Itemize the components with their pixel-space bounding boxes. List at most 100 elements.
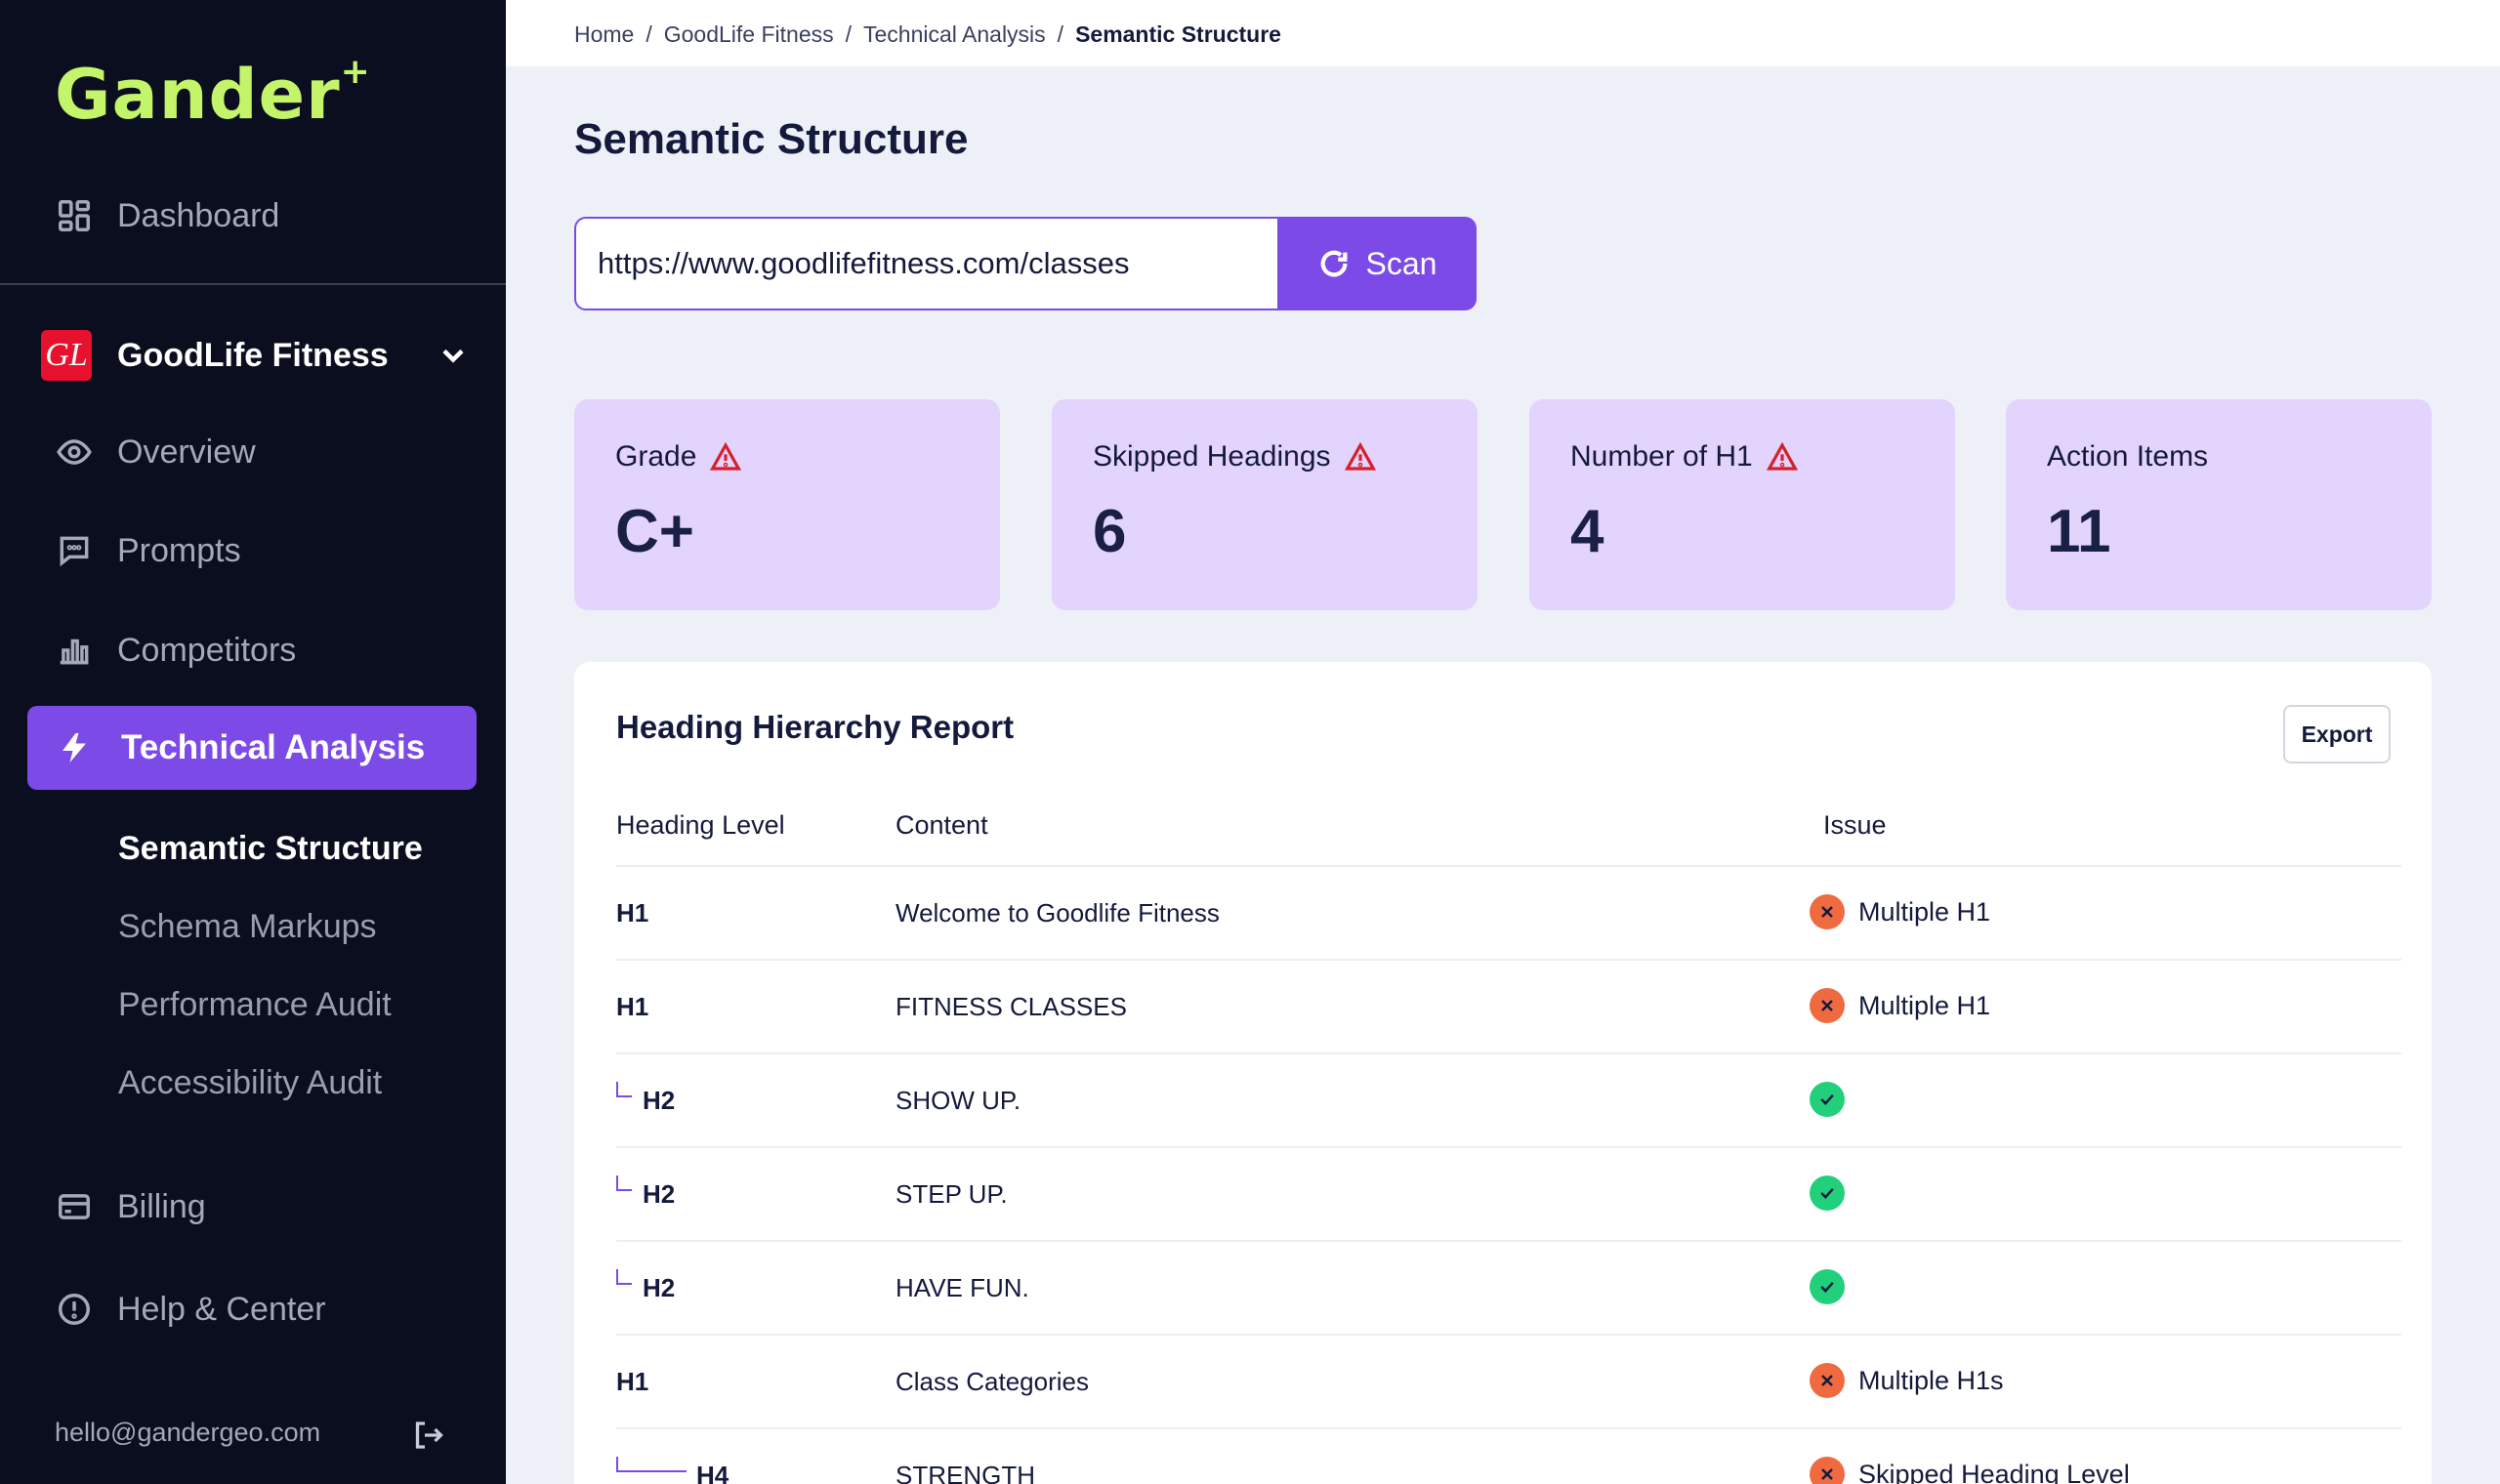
url-input-wrapper — [574, 217, 1281, 310]
eye-icon — [55, 433, 94, 472]
check-icon — [1810, 1269, 1845, 1304]
breadcrumb-current: Semantic Structure — [1075, 21, 1281, 47]
sidebar-item-competitors[interactable]: Competitors — [55, 621, 296, 680]
issue-status — [1810, 1082, 1858, 1117]
breadcrumb-separator: / — [646, 21, 652, 47]
sidebar-item-technical-analysis[interactable]: Technical Analysis — [27, 706, 477, 790]
breadcrumb-separator: / — [845, 21, 853, 47]
top-bar: Home / GoodLife Fitness / Technical Anal… — [506, 0, 2500, 66]
issue-label: Multiple H1 — [1858, 896, 1991, 927]
error-icon — [1810, 988, 1845, 1023]
scan-button[interactable]: Scan — [1277, 217, 1477, 310]
skipped-headings-card: Skipped Headings 6 — [1052, 399, 1478, 610]
warning-icon — [1766, 441, 1798, 471]
issue-status: Multiple H1 — [1810, 894, 1990, 929]
card-title: Grade — [615, 440, 697, 473]
heading-content: STEP UP. — [896, 1179, 1008, 1209]
table-row[interactable]: H2 HAVE FUN. — [616, 1240, 2401, 1334]
sidebar-item-label: Overview — [117, 433, 256, 471]
subnav-accessibility-audit[interactable]: Accessibility Audit — [118, 1064, 382, 1102]
heading-content: SHOW UP. — [896, 1086, 1021, 1115]
hierarchy-connector — [616, 1269, 632, 1285]
lightning-icon — [62, 733, 86, 763]
sidebar-item-label: Technical Analysis — [121, 728, 426, 766]
heading-level: H2 — [643, 1179, 676, 1209]
heading-level: H2 — [643, 1086, 676, 1115]
issue-status — [1810, 1175, 1858, 1211]
breadcrumb-home[interactable]: Home — [574, 21, 634, 48]
report-title: Heading Hierarchy Report — [616, 709, 1015, 745]
column-header-content: Content — [896, 810, 988, 840]
sidebar-item-billing[interactable]: Billing — [55, 1177, 206, 1236]
card-title: Skipped Headings — [1093, 440, 1331, 473]
url-input[interactable] — [598, 246, 1262, 281]
breadcrumb: Home / GoodLife Fitness / Technical Anal… — [574, 21, 1281, 48]
scan-button-label: Scan — [1365, 245, 1438, 281]
issue-status — [1810, 1269, 1858, 1304]
logo[interactable]: Gander+ — [55, 52, 371, 135]
org-logo: GL — [41, 330, 92, 381]
heading-level: H4 — [696, 1461, 729, 1484]
column-header-issue: Issue — [1823, 810, 1887, 840]
issue-label: Skipped Heading Level — [1858, 1459, 2130, 1484]
org-switcher[interactable]: GL GoodLife Fitness — [41, 326, 471, 385]
table-row[interactable]: H2 STEP UP. — [616, 1146, 2401, 1240]
sidebar-item-label: Prompts — [117, 531, 241, 569]
sidebar-item-label: Help & Center — [117, 1290, 326, 1328]
hierarchy-connector — [616, 1457, 687, 1472]
table-row[interactable]: H4 STRENGTH Skipped Heading Level — [616, 1427, 2401, 1484]
table-row[interactable]: H2 SHOW UP. — [616, 1052, 2401, 1146]
org-name: GoodLife Fitness — [117, 336, 389, 374]
issue-label: Multiple H1 — [1858, 990, 1991, 1020]
chevron-down-icon[interactable] — [436, 338, 471, 373]
card-title: Number of H1 — [1570, 440, 1753, 473]
sidebar-item-dashboard[interactable]: Dashboard — [55, 186, 279, 245]
user-email: hello@gandergeo.com — [55, 1418, 321, 1447]
sidebar-item-label: Competitors — [117, 631, 297, 669]
credit-card-icon — [55, 1187, 94, 1226]
breadcrumb-section[interactable]: Technical Analysis — [863, 21, 1046, 48]
hierarchy-connector — [616, 1082, 632, 1097]
issue-status: Skipped Heading Level — [1810, 1457, 2130, 1484]
table-row[interactable]: H1 Welcome to Goodlife Fitness Multiple … — [616, 865, 2401, 959]
table-row[interactable]: H1 FITNESS CLASSES Multiple H1 — [616, 959, 2401, 1052]
heading-content: STRENGTH — [896, 1461, 1035, 1484]
error-icon — [1810, 1457, 1845, 1484]
heading-content: HAVE FUN. — [896, 1273, 1029, 1302]
hierarchy-connector — [616, 1175, 632, 1191]
issue-status: Multiple H1 — [1810, 988, 1990, 1023]
error-icon — [1810, 894, 1845, 929]
dashboard-icon — [55, 196, 94, 235]
subnav-semantic-structure[interactable]: Semantic Structure — [118, 830, 423, 868]
refresh-icon — [1320, 250, 1347, 277]
bar-chart-icon — [55, 631, 94, 670]
heading-content: FITNESS CLASSES — [896, 992, 1127, 1021]
logout-icon[interactable] — [410, 1418, 445, 1453]
breadcrumb-separator: / — [1057, 21, 1064, 47]
card-value: 6 — [1093, 498, 1127, 565]
export-button[interactable]: Export — [2283, 705, 2391, 763]
card-value: C+ — [615, 498, 694, 565]
h1-count-card: Number of H1 4 — [1529, 399, 1955, 610]
sidebar-item-overview[interactable]: Overview — [55, 423, 256, 481]
sidebar-item-label: Billing — [117, 1187, 206, 1225]
sidebar-item-help[interactable]: Help & Center — [55, 1280, 326, 1339]
sidebar-divider — [0, 283, 506, 285]
error-icon — [1810, 1363, 1845, 1398]
subnav-performance-audit[interactable]: Performance Audit — [118, 986, 392, 1024]
grade-card: Grade C+ — [574, 399, 1000, 610]
heading-level: H1 — [616, 992, 649, 1021]
heading-hierarchy-report: Heading Hierarchy Report Export Heading … — [574, 662, 2432, 1484]
breadcrumb-org[interactable]: GoodLife Fitness — [664, 21, 834, 48]
issue-status: Multiple H1s — [1810, 1363, 2004, 1398]
sidebar-item-prompts[interactable]: Prompts — [55, 521, 241, 580]
table-row[interactable]: H1 Class Categories Multiple H1s — [616, 1334, 2401, 1427]
check-icon — [1810, 1082, 1845, 1117]
subnav-schema-markups[interactable]: Schema Markups — [118, 908, 377, 946]
card-title: Action Items — [2047, 440, 2209, 473]
warning-icon — [710, 441, 742, 471]
action-items-card: Action Items 11 — [2006, 399, 2432, 610]
info-circle-icon — [55, 1290, 94, 1329]
sidebar: Gander+ Dashboard GL GoodLife Fitness Ov… — [0, 0, 506, 1484]
card-value: 4 — [1570, 498, 1604, 565]
